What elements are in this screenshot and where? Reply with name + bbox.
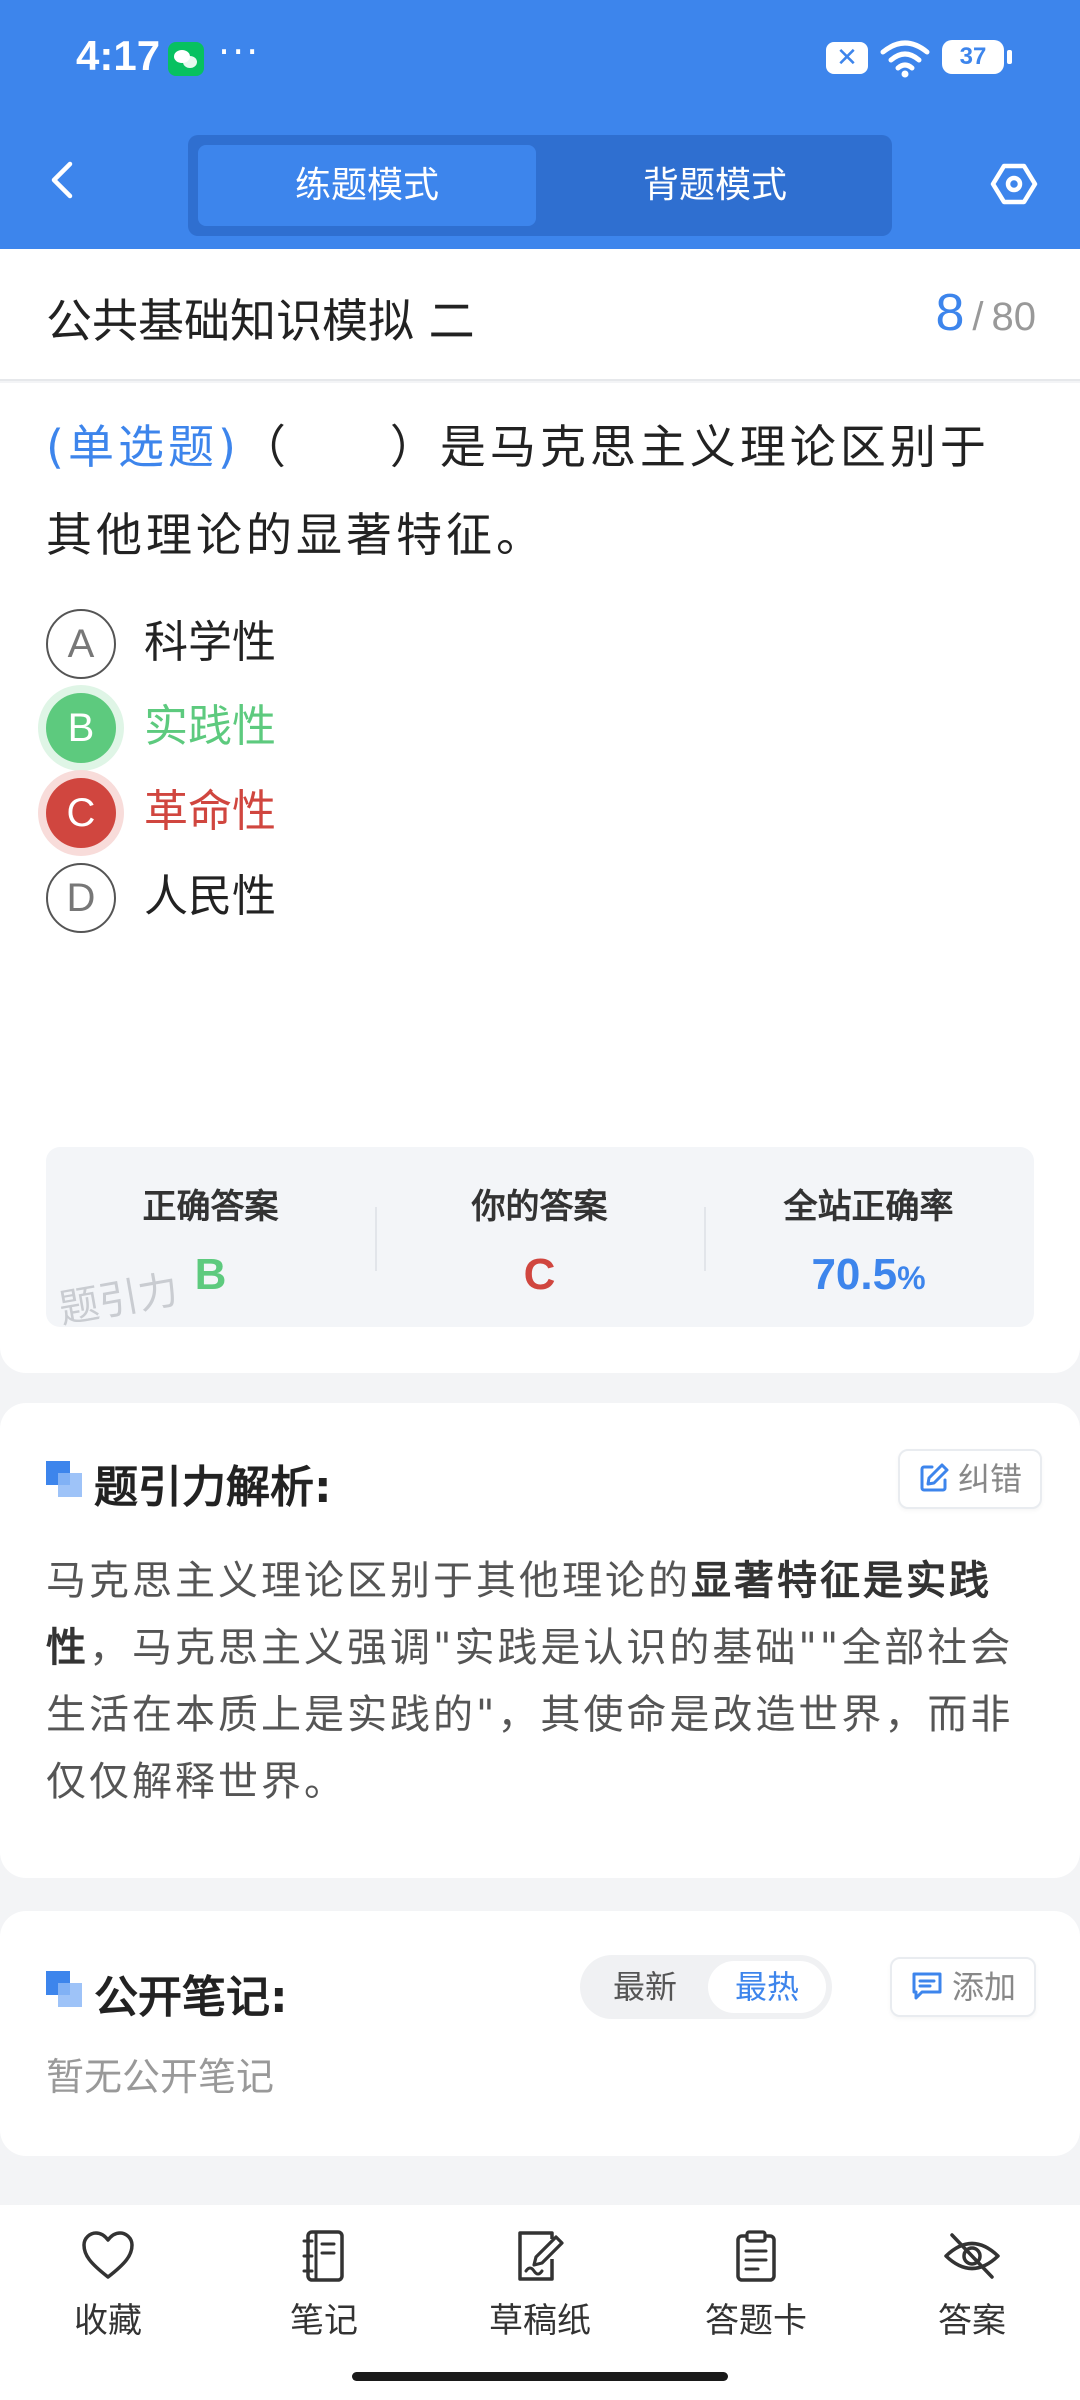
report-error-button[interactable]: 纠错 bbox=[898, 1449, 1043, 1509]
eye-off-icon bbox=[944, 2233, 1000, 2279]
option-letter: C bbox=[46, 778, 116, 848]
add-note-label: 添加 bbox=[952, 1968, 1017, 2006]
add-note-button[interactable]: 添加 bbox=[890, 1957, 1037, 2017]
option-text: 革命性 bbox=[144, 786, 276, 837]
battery-icon: 37 bbox=[942, 40, 1012, 74]
settings-icon[interactable] bbox=[990, 160, 1038, 208]
bottom-toolbar: 收藏 笔记 草稿纸 答题卡 答案 bbox=[0, 2205, 1080, 2400]
favorite-button[interactable]: 收藏 bbox=[0, 2229, 216, 2359]
your-answer-label: 你的答案 bbox=[471, 1187, 608, 1227]
accuracy-label: 全站正确率 bbox=[783, 1187, 954, 1227]
section-icon bbox=[46, 1971, 84, 2009]
analysis-text-part: 马克思主义理论区别于其他理论的 bbox=[46, 1558, 691, 1604]
correct-answer-label: 正确答案 bbox=[142, 1187, 279, 1227]
question-type: (单选题) bbox=[46, 420, 240, 474]
option-letter: B bbox=[46, 693, 116, 763]
accuracy-col: 全站正确率 70.5% bbox=[704, 1147, 1033, 1327]
title-row: 公共基础知识模拟 二 8/80 bbox=[0, 249, 1080, 381]
app-header: 4:17 ··· ✕ 37 练题模式 背题模式 bbox=[0, 0, 1080, 249]
question-progress[interactable]: 8/80 bbox=[935, 283, 1036, 343]
show-answer-button[interactable]: 答案 bbox=[864, 2229, 1080, 2359]
status-time: 4:17 bbox=[76, 32, 161, 79]
accuracy-number: 70.5 bbox=[811, 1250, 898, 1299]
total-questions: 80 bbox=[991, 295, 1037, 339]
edit-icon bbox=[920, 1463, 949, 1492]
accuracy-value: 70.5% bbox=[704, 1250, 1033, 1300]
sort-latest[interactable]: 最新 bbox=[586, 1961, 704, 2013]
draft-paper-button[interactable]: 草稿纸 bbox=[432, 2229, 648, 2359]
question-text: (单选题)（ ）是马克思主义理论区别于其他理论的显著特征。 bbox=[46, 403, 1036, 579]
notes-sort-toggle: 最新 最热 bbox=[580, 1955, 832, 2019]
public-notes-card: 公开笔记: 最新 最热 添加 暂无公开笔记 bbox=[0, 1911, 1080, 2156]
home-indicator[interactable] bbox=[352, 2372, 728, 2381]
option-text: 人民性 bbox=[144, 871, 276, 922]
current-question-number: 8 bbox=[935, 284, 965, 342]
question-card: (单选题)（ ）是马克思主义理论区别于其他理论的显著特征。 A 科学性 B 实践… bbox=[0, 383, 1080, 1373]
note-button[interactable]: 笔记 bbox=[216, 2229, 432, 2359]
no-sim-icon: ✕ bbox=[826, 42, 868, 74]
mode-switch: 练题模式 背题模式 bbox=[188, 135, 892, 236]
heart-icon bbox=[82, 2231, 134, 2279]
comment-icon bbox=[912, 1972, 942, 2000]
more-notifications-icon: ··· bbox=[218, 30, 261, 74]
section-icon bbox=[46, 1461, 84, 1499]
draft-icon bbox=[518, 2231, 564, 2281]
option-letter: A bbox=[46, 609, 116, 679]
draft-paper-label: 草稿纸 bbox=[489, 2301, 591, 2341]
answer-card-icon bbox=[736, 2230, 776, 2282]
option-text: 实践性 bbox=[144, 701, 276, 752]
answer-summary: 正确答案 B 你的答案 C 全站正确率 70.5% 题引力 bbox=[46, 1147, 1034, 1333]
option-a[interactable]: A 科学性 bbox=[46, 601, 946, 681]
status-bar: 4:17 ··· ✕ 37 bbox=[0, 0, 1080, 120]
analysis-card: 题引力解析: 纠错 马克思主义理论区别于其他理论的显著特征是实践性，马克思主义强… bbox=[0, 1403, 1080, 1878]
analysis-text: 马克思主义理论区别于其他理论的显著特征是实践性，马克思主义强调"实践是认识的基础… bbox=[46, 1548, 1036, 1816]
progress-separator: / bbox=[972, 295, 984, 339]
option-c[interactable]: C 革命性 bbox=[46, 770, 946, 850]
option-text: 科学性 bbox=[144, 617, 276, 668]
note-label: 笔记 bbox=[290, 2301, 358, 2341]
your-answer-col: 你的答案 C bbox=[375, 1147, 704, 1327]
answer-card-button[interactable]: 答题卡 bbox=[648, 2229, 864, 2359]
answer-card-label: 答题卡 bbox=[705, 2301, 807, 2341]
tab-recite-mode[interactable]: 背题模式 bbox=[546, 145, 884, 226]
paper-title: 公共基础知识模拟 二 bbox=[46, 294, 475, 348]
favorite-label: 收藏 bbox=[74, 2301, 142, 2341]
back-icon[interactable] bbox=[44, 160, 80, 200]
wifi-icon bbox=[880, 40, 930, 78]
option-b[interactable]: B 实践性 bbox=[46, 685, 946, 765]
your-answer-value: C bbox=[523, 1250, 556, 1299]
notebook-icon bbox=[302, 2230, 344, 2282]
wechat-icon bbox=[168, 42, 204, 76]
analysis-title: 题引力解析: bbox=[94, 1462, 332, 1513]
option-d[interactable]: D 人民性 bbox=[46, 855, 946, 935]
sort-hottest[interactable]: 最热 bbox=[708, 1961, 826, 2013]
analysis-text-part: ，马克思主义强调"实践是认识的基础""全部社会生活在本质上是实践的"，其使命是改… bbox=[46, 1625, 1014, 1805]
tab-practice-mode[interactable]: 练题模式 bbox=[198, 145, 536, 226]
show-answer-label: 答案 bbox=[938, 2301, 1006, 2341]
report-error-label: 纠错 bbox=[958, 1460, 1023, 1498]
option-letter: D bbox=[46, 863, 116, 933]
accuracy-unit: % bbox=[897, 1260, 926, 1296]
notes-title: 公开笔记: bbox=[94, 1972, 288, 2023]
empty-notes-text: 暂无公开笔记 bbox=[46, 2055, 275, 2099]
